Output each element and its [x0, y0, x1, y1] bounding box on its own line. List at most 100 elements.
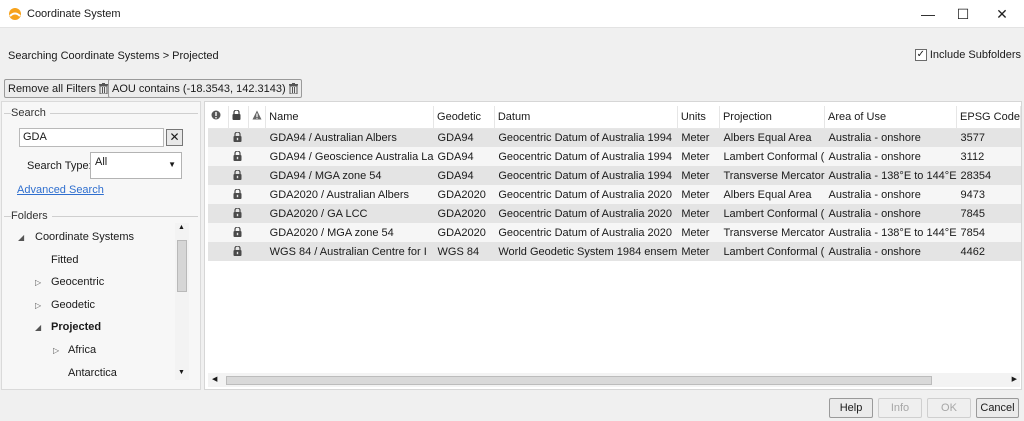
- cell-projection: Albers Equal Area: [719, 185, 825, 204]
- cell-epsg-code: 28354: [956, 166, 1021, 185]
- cell-projection: Lambert Conformal (: [719, 204, 825, 223]
- app-logo-icon: [9, 8, 21, 20]
- remove-all-filters-button[interactable]: Remove all Filters: [4, 79, 113, 98]
- maximize-button[interactable]: ☐: [946, 4, 980, 24]
- cell-units: Meter: [677, 242, 720, 261]
- lock-icon: [233, 227, 242, 237]
- cell-name: GDA94 / Geoscience Australia La: [265, 147, 434, 166]
- info-icon: [211, 110, 221, 120]
- column-header-area-of-use[interactable]: Area of Use: [824, 106, 958, 129]
- info-button[interactable]: Info: [878, 398, 922, 418]
- column-header-geodetic[interactable]: Geodetic: [433, 106, 495, 129]
- cell-area-of-use: Australia - onshore: [824, 204, 957, 223]
- scroll-down-icon[interactable]: ▼: [178, 369, 185, 376]
- tree-item-projected[interactable]: Projected: [51, 321, 101, 333]
- expand-arrow-icon[interactable]: ▷: [53, 346, 59, 355]
- cell-epsg-code: 7845: [956, 204, 1021, 223]
- table-row[interactable]: GDA2020 / GA LCC GDA2020 Geocentric Datum …: [208, 204, 1021, 223]
- close-button[interactable]: ✕: [985, 4, 1019, 24]
- column-header-name[interactable]: Name: [265, 106, 435, 129]
- cell-area-of-use: Australia - 138°E to 144°E: [824, 166, 957, 185]
- cell-name: GDA2020 / GA LCC: [265, 204, 434, 223]
- cell-datum: Geocentric Datum of Australia 2020: [494, 204, 678, 223]
- warning-icon: [252, 110, 262, 120]
- cell-name: GDA94 / MGA zone 54: [265, 166, 434, 185]
- ok-button[interactable]: OK: [927, 398, 971, 418]
- cell-area-of-use: Australia - 138°E to 144°E: [824, 223, 957, 242]
- row-warning-cell: [248, 128, 266, 147]
- scroll-right-icon[interactable]: ▶: [1012, 375, 1017, 383]
- trash-icon[interactable]: [288, 83, 298, 94]
- scroll-left-icon[interactable]: ◀: [212, 375, 217, 383]
- search-section-label: Search: [11, 107, 50, 119]
- search-type-select[interactable]: All ▼: [90, 152, 182, 179]
- table-row[interactable]: GDA2020 / Australian Albers GDA2020 Geocen…: [208, 185, 1021, 204]
- table-row[interactable]: GDA2020 / MGA zone 54 GDA2020 Geocentric D…: [208, 223, 1021, 242]
- expand-arrow-icon[interactable]: ▷: [35, 301, 41, 310]
- minimize-button[interactable]: —: [911, 4, 945, 24]
- results-horizontal-scrollbar[interactable]: ◀ ▶: [208, 373, 1020, 387]
- expand-arrow-icon[interactable]: ▷: [35, 278, 41, 287]
- tree-item-coordinate-systems[interactable]: Coordinate Systems: [35, 231, 134, 243]
- help-button[interactable]: Help: [829, 398, 873, 418]
- info-column-header[interactable]: [208, 106, 230, 129]
- scrollbar-thumb[interactable]: [226, 376, 932, 385]
- aou-filter-chip[interactable]: AOU contains (-18.3543, 142.3143): [108, 79, 302, 98]
- lock-icon: [233, 151, 242, 161]
- row-warning-cell: [248, 166, 266, 185]
- search-input[interactable]: GDA: [19, 128, 164, 147]
- cell-datum: Geocentric Datum of Australia 1994: [494, 166, 678, 185]
- table-row[interactable]: GDA94 / Geoscience Australia La GDA94 Geoc…: [208, 147, 1021, 166]
- cell-datum: Geocentric Datum of Australia 2020: [494, 223, 678, 242]
- cell-units: Meter: [677, 166, 720, 185]
- tree-item-geocentric[interactable]: Geocentric: [51, 276, 104, 288]
- cell-name: GDA2020 / MGA zone 54: [265, 223, 434, 242]
- clear-search-button[interactable]: ✕: [166, 129, 183, 146]
- row-lock-cell: [228, 185, 249, 204]
- cell-area-of-use: Australia - onshore: [824, 147, 957, 166]
- collapse-arrow-icon[interactable]: ◢: [18, 233, 24, 242]
- include-subfolders-checkbox[interactable]: ✓: [914, 49, 927, 61]
- cell-datum: World Geodetic System 1984 ensem: [494, 242, 678, 261]
- table-row[interactable]: GDA94 / Australian Albers GDA94 Geocentric…: [208, 128, 1021, 147]
- cancel-button[interactable]: Cancel: [976, 398, 1019, 418]
- row-lock-cell: [228, 128, 249, 147]
- column-header-datum[interactable]: Datum: [494, 106, 678, 129]
- collapse-arrow-icon[interactable]: ◢: [35, 323, 41, 332]
- cell-name: WGS 84 / Australian Centre for I: [265, 242, 434, 261]
- trash-icon: [99, 83, 109, 94]
- folder-tree-scrollbar[interactable]: ▲ ▼: [175, 223, 189, 380]
- cell-projection: Transverse Mercator: [719, 223, 825, 242]
- table-row[interactable]: WGS 84 / Australian Centre for I WGS 84 Wo…: [208, 242, 1021, 261]
- cell-datum: Geocentric Datum of Australia 1994: [494, 128, 678, 147]
- column-header-epsg-code[interactable]: EPSG Code: [956, 106, 1021, 129]
- tree-item-antarctica[interactable]: Antarctica: [68, 367, 117, 379]
- tree-item-fitted[interactable]: Fitted: [51, 254, 79, 266]
- advanced-search-link[interactable]: Advanced Search: [17, 184, 104, 196]
- window-title: Coordinate System: [27, 8, 121, 20]
- cell-units: Meter: [677, 128, 720, 147]
- cell-projection: Lambert Conformal (: [719, 147, 825, 166]
- cell-geodetic: GDA94: [433, 147, 495, 166]
- column-header-units[interactable]: Units: [677, 106, 720, 129]
- row-info-cell: [208, 223, 229, 242]
- scrollbar-thumb[interactable]: [177, 240, 187, 292]
- cell-epsg-code: 7854: [956, 223, 1021, 242]
- results-grid: Name Geodetic Datum Units Projection Are…: [204, 101, 1022, 390]
- cell-geodetic: GDA2020: [433, 204, 495, 223]
- scroll-up-icon[interactable]: ▲: [178, 224, 185, 231]
- row-info-cell: [208, 242, 229, 261]
- tree-item-africa[interactable]: Africa: [68, 344, 96, 356]
- table-row[interactable]: GDA94 / MGA zone 54 GDA94 Geocentric Datum…: [208, 166, 1021, 185]
- lock-icon: [233, 189, 242, 199]
- lock-icon: [232, 109, 241, 121]
- row-lock-cell: [228, 166, 249, 185]
- column-header-projection[interactable]: Projection: [719, 106, 826, 129]
- results-table: Name Geodetic Datum Units Projection Are…: [208, 106, 1021, 261]
- warning-column-header[interactable]: [248, 106, 267, 129]
- include-subfolders-toggle[interactable]: ✓ Include Subfolders: [914, 49, 1021, 61]
- cell-geodetic: GDA94: [433, 128, 495, 147]
- tree-item-geodetic[interactable]: Geodetic: [51, 299, 95, 311]
- lock-column-header[interactable]: [228, 106, 250, 129]
- row-warning-cell: [248, 242, 266, 261]
